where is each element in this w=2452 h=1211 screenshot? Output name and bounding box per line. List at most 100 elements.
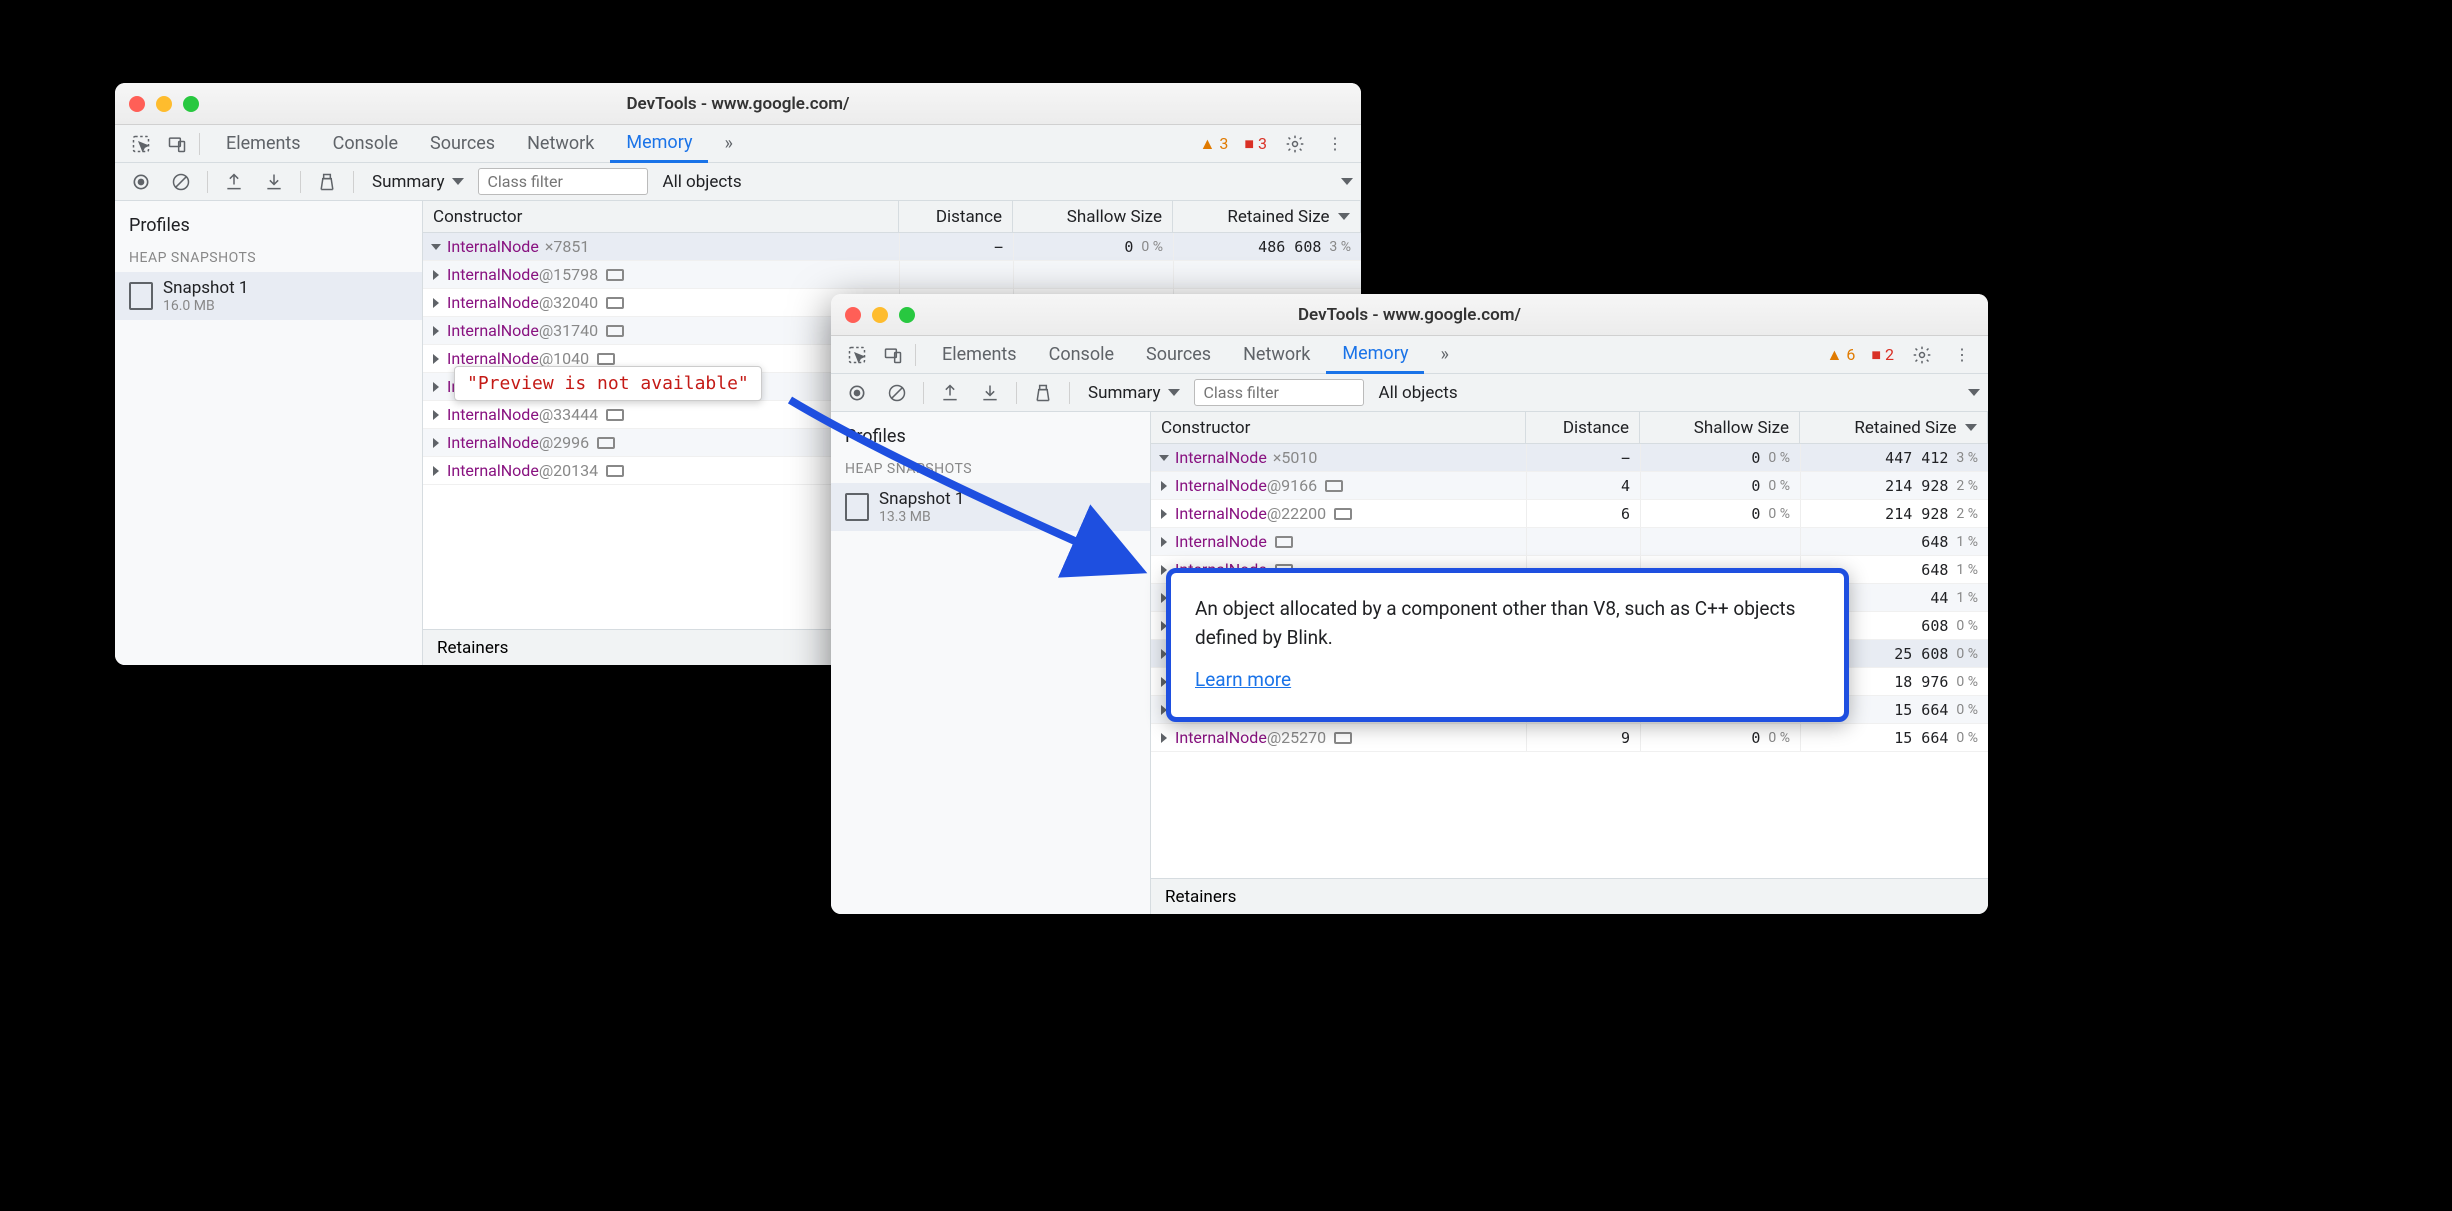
- titlebar[interactable]: DevTools - www.google.com/: [831, 294, 1988, 336]
- group-row[interactable]: InternalNode×7851−00 %486 6083 %: [423, 233, 1361, 261]
- tab-more[interactable]: »: [708, 125, 748, 163]
- warning-badge[interactable]: ▲ 3: [1193, 134, 1234, 154]
- close-button[interactable]: [129, 96, 145, 112]
- minimize-button[interactable]: [156, 96, 172, 112]
- view-label: Summary: [372, 172, 444, 192]
- download-icon[interactable]: [972, 375, 1008, 411]
- titlebar[interactable]: DevTools - www.google.com/: [115, 83, 1361, 125]
- table-header: Constructor Distance Shallow Size Retain…: [423, 201, 1361, 233]
- snapshot-item[interactable]: Snapshot 1 13.3 MB: [831, 483, 1150, 531]
- chevron-down-icon[interactable]: [1341, 178, 1353, 185]
- record-icon[interactable]: [839, 375, 875, 411]
- minimize-button[interactable]: [872, 307, 888, 323]
- clear-icon[interactable]: [163, 164, 199, 200]
- col-retained[interactable]: Retained Size: [1173, 201, 1361, 232]
- class-filter-input[interactable]: [1194, 379, 1364, 406]
- err-count: 3: [1258, 134, 1267, 153]
- tab-console[interactable]: Console: [317, 125, 414, 163]
- settings-icon[interactable]: [1277, 126, 1313, 162]
- device-icon[interactable]: [159, 126, 195, 162]
- snapshot-item[interactable]: Snapshot 1 16.0 MB: [115, 272, 422, 320]
- tab-bar: Elements Console Sources Network Memory …: [115, 125, 1361, 163]
- snapshot-size: 13.3 MB: [879, 509, 964, 525]
- download-icon[interactable]: [256, 164, 292, 200]
- sidebar: Profiles HEAP SNAPSHOTS Snapshot 1 16.0 …: [115, 201, 423, 665]
- error-badge[interactable]: ■ 3: [1238, 134, 1273, 154]
- preview-unavailable-tooltip: "Preview is not available": [454, 366, 762, 401]
- sidebar-title: Profiles: [831, 412, 1150, 457]
- chevron-down-icon: [1168, 389, 1180, 396]
- group-row[interactable]: InternalNode×5010−00 %447 4123 %: [1151, 444, 1988, 472]
- class-filter-input[interactable]: [478, 168, 648, 195]
- gc-icon[interactable]: [1025, 375, 1061, 411]
- sidebar-section: HEAP SNAPSHOTS: [831, 457, 1150, 483]
- tab-sources[interactable]: Sources: [414, 125, 511, 163]
- table-row[interactable]: InternalNode @9166400 %214 9282 %: [1151, 472, 1988, 500]
- record-icon[interactable]: [123, 164, 159, 200]
- description-tooltip: An object allocated by a component other…: [1166, 568, 1849, 722]
- tab-network[interactable]: Network: [511, 125, 610, 163]
- col-shallow[interactable]: Shallow Size: [1640, 412, 1800, 443]
- traffic-lights: [129, 96, 199, 112]
- tab-bar: Elements Console Sources Network Memory …: [831, 336, 1988, 374]
- tab-more[interactable]: »: [1424, 336, 1464, 374]
- window-title: DevTools - www.google.com/: [115, 94, 1361, 114]
- warn-count: 3: [1219, 134, 1228, 153]
- col-distance[interactable]: Distance: [899, 201, 1013, 232]
- objects-filter[interactable]: All objects: [1368, 383, 1467, 403]
- tab-console[interactable]: Console: [1033, 336, 1130, 374]
- view-label: Summary: [1088, 383, 1160, 403]
- tooltip-text: An object allocated by a component other…: [1195, 595, 1820, 652]
- kebab-icon[interactable]: ⋮: [1317, 126, 1353, 162]
- learn-more-link[interactable]: Learn more: [1195, 666, 1291, 695]
- inspect-icon[interactable]: [839, 337, 875, 373]
- col-shallow[interactable]: Shallow Size: [1013, 201, 1173, 232]
- col-distance[interactable]: Distance: [1526, 412, 1640, 443]
- err-count: 2: [1885, 345, 1894, 364]
- snapshot-size: 16.0 MB: [163, 298, 248, 314]
- chevron-down-icon[interactable]: [1968, 389, 1980, 396]
- snapshot-icon: [845, 493, 869, 521]
- panel-tabs: Elements Console Sources Network Memory …: [926, 336, 1465, 374]
- sort-icon: [1338, 213, 1350, 220]
- filter-label: All objects: [662, 172, 741, 192]
- objects-filter[interactable]: All objects: [652, 172, 751, 192]
- traffic-lights: [845, 307, 915, 323]
- sidebar-section: HEAP SNAPSHOTS: [115, 246, 422, 272]
- gc-icon[interactable]: [309, 164, 345, 200]
- table-row[interactable]: InternalNode @15798: [423, 261, 1361, 289]
- tab-memory[interactable]: Memory: [610, 125, 708, 163]
- inspect-icon[interactable]: [123, 126, 159, 162]
- tab-sources[interactable]: Sources: [1130, 336, 1227, 374]
- table-row[interactable]: InternalNode @25270900 %15 6640 %: [1151, 724, 1988, 752]
- retainers-section[interactable]: Retainers: [1151, 878, 1988, 914]
- device-icon[interactable]: [875, 337, 911, 373]
- snapshot-name: Snapshot 1: [879, 489, 964, 509]
- col-constructor[interactable]: Constructor: [1151, 412, 1526, 443]
- zoom-button[interactable]: [183, 96, 199, 112]
- error-badge[interactable]: ■ 2: [1865, 345, 1900, 365]
- tab-memory[interactable]: Memory: [1326, 336, 1424, 374]
- sort-icon: [1965, 424, 1977, 431]
- upload-icon[interactable]: [932, 375, 968, 411]
- col-constructor[interactable]: Constructor: [423, 201, 899, 232]
- tab-network[interactable]: Network: [1227, 336, 1326, 374]
- snapshot-icon: [129, 282, 153, 310]
- clear-icon[interactable]: [879, 375, 915, 411]
- close-button[interactable]: [845, 307, 861, 323]
- table-row[interactable]: InternalNode 6481 %: [1151, 528, 1988, 556]
- table-row[interactable]: InternalNode @22200600 %214 9282 %: [1151, 500, 1988, 528]
- upload-icon[interactable]: [216, 164, 252, 200]
- col-retained[interactable]: Retained Size: [1800, 412, 1988, 443]
- toolbar: Summary All objects: [831, 374, 1988, 412]
- tab-elements[interactable]: Elements: [926, 336, 1033, 374]
- warning-badge[interactable]: ▲ 6: [1820, 345, 1861, 365]
- filter-label: All objects: [1378, 383, 1457, 403]
- view-select[interactable]: Summary: [362, 172, 474, 192]
- zoom-button[interactable]: [899, 307, 915, 323]
- warn-count: 6: [1846, 345, 1855, 364]
- tab-elements[interactable]: Elements: [210, 125, 317, 163]
- kebab-icon[interactable]: ⋮: [1944, 337, 1980, 373]
- settings-icon[interactable]: [1904, 337, 1940, 373]
- view-select[interactable]: Summary: [1078, 383, 1190, 403]
